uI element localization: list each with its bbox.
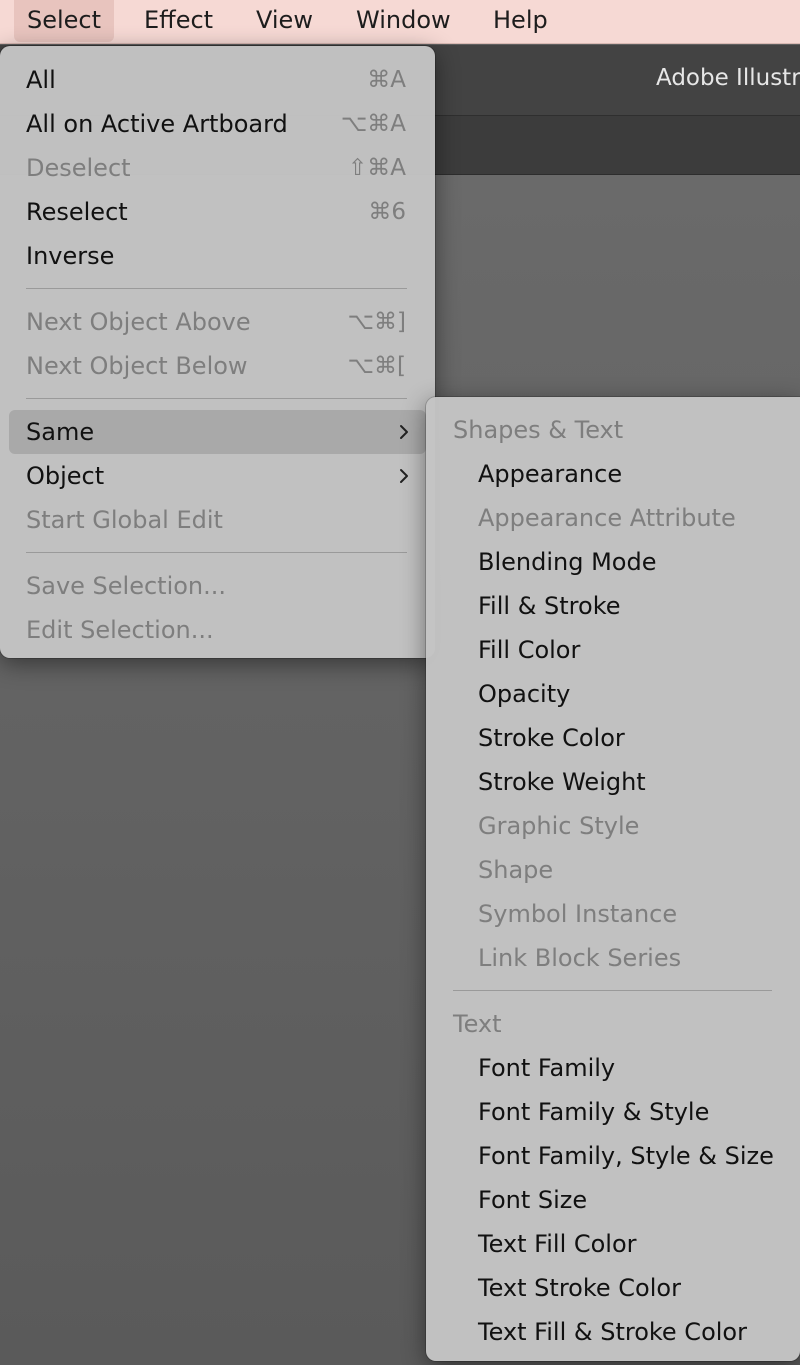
menu-item-same[interactable]: Same — [9, 410, 426, 454]
menu-item-label: Same — [26, 418, 95, 446]
menu-item-label: Inverse — [26, 242, 115, 270]
menu-separator — [426, 980, 800, 1002]
submenu-item-shape[interactable]: Shape — [426, 848, 800, 892]
menu-separator — [0, 278, 435, 300]
submenu-item-fill-stroke[interactable]: Fill & Stroke — [426, 584, 800, 628]
menu-item-label: All on Active Artboard — [26, 110, 288, 138]
submenu-item-fill-color[interactable]: Fill Color — [426, 628, 800, 672]
submenu-item-font-family[interactable]: Font Family — [426, 1046, 800, 1090]
menubar-effect[interactable]: Effect — [131, 0, 226, 42]
menubar-help[interactable]: Help — [480, 0, 561, 42]
menubar-window[interactable]: Window — [343, 0, 464, 42]
submenu-item-symbol-instance[interactable]: Symbol Instance — [426, 892, 800, 936]
app-title: Adobe Illustr — [656, 65, 800, 91]
submenu-item-appearance-attribute[interactable]: Appearance Attribute — [426, 496, 800, 540]
menu-item-next-object-above[interactable]: Next Object Above ⌥⌘] — [9, 300, 426, 344]
menubar-select[interactable]: Select — [14, 0, 115, 42]
menu-item-save-selection[interactable]: Save Selection... — [9, 564, 426, 608]
select-menu: All ⌘A All on Active Artboard ⌥⌘A Desele… — [0, 46, 435, 658]
shortcut-label: ⌘A — [367, 67, 406, 93]
menu-item-label: Deselect — [26, 154, 131, 182]
menu-item-start-global-edit[interactable]: Start Global Edit — [9, 498, 426, 542]
submenu-item-font-family-style[interactable]: Font Family & Style — [426, 1090, 800, 1134]
menu-separator — [0, 388, 435, 410]
menu-item-inverse[interactable]: Inverse — [9, 234, 426, 278]
menu-item-all-on-active-artboard[interactable]: All on Active Artboard ⌥⌘A — [9, 102, 426, 146]
menu-item-all[interactable]: All ⌘A — [9, 58, 426, 102]
chevron-right-icon — [400, 469, 408, 483]
shortcut-label: ⌥⌘] — [347, 309, 406, 335]
submenu-item-blending-mode[interactable]: Blending Mode — [426, 540, 800, 584]
section-header-shapes-text: Shapes & Text — [453, 416, 624, 444]
submenu-item-stroke-weight[interactable]: Stroke Weight — [426, 760, 800, 804]
submenu-item-font-family-style-size[interactable]: Font Family, Style & Size — [426, 1134, 800, 1178]
same-submenu: Shapes & Text Appearance Appearance Attr… — [426, 397, 800, 1361]
menu-separator — [0, 542, 435, 564]
menu-bar: Select Effect View Window Help — [0, 0, 800, 44]
shortcut-label: ⌘6 — [368, 199, 406, 225]
menu-item-label: Start Global Edit — [26, 506, 223, 534]
submenu-item-text-fill-stroke-color[interactable]: Text Fill & Stroke Color — [426, 1310, 800, 1354]
submenu-item-text-stroke-color[interactable]: Text Stroke Color — [426, 1266, 800, 1310]
menu-item-label: Object — [26, 462, 105, 490]
chevron-right-icon — [400, 425, 408, 439]
section-header-text: Text — [453, 1010, 502, 1038]
shortcut-label: ⌥⌘A — [340, 111, 406, 137]
menu-item-object[interactable]: Object — [9, 454, 426, 498]
submenu-item-appearance[interactable]: Appearance — [426, 452, 800, 496]
menu-item-label: Edit Selection... — [26, 616, 214, 644]
menu-item-label: Next Object Above — [26, 308, 251, 336]
menu-item-label: All — [26, 66, 56, 94]
shortcut-label: ⇧⌘A — [347, 155, 406, 181]
submenu-item-stroke-color[interactable]: Stroke Color — [426, 716, 800, 760]
menu-item-label: Next Object Below — [26, 352, 248, 380]
menubar-view[interactable]: View — [243, 0, 326, 42]
submenu-item-link-block-series[interactable]: Link Block Series — [426, 936, 800, 980]
menu-item-edit-selection[interactable]: Edit Selection... — [9, 608, 426, 652]
shortcut-label: ⌥⌘[ — [347, 353, 406, 379]
submenu-item-opacity[interactable]: Opacity — [426, 672, 800, 716]
menu-item-reselect[interactable]: Reselect ⌘6 — [9, 190, 426, 234]
submenu-item-font-size[interactable]: Font Size — [426, 1178, 800, 1222]
menu-item-label: Save Selection... — [26, 572, 227, 600]
menu-item-next-object-below[interactable]: Next Object Below ⌥⌘[ — [9, 344, 426, 388]
menu-item-label: Reselect — [26, 198, 128, 226]
submenu-item-graphic-style[interactable]: Graphic Style — [426, 804, 800, 848]
submenu-item-text-fill-color[interactable]: Text Fill Color — [426, 1222, 800, 1266]
menu-item-deselect[interactable]: Deselect ⇧⌘A — [9, 146, 426, 190]
